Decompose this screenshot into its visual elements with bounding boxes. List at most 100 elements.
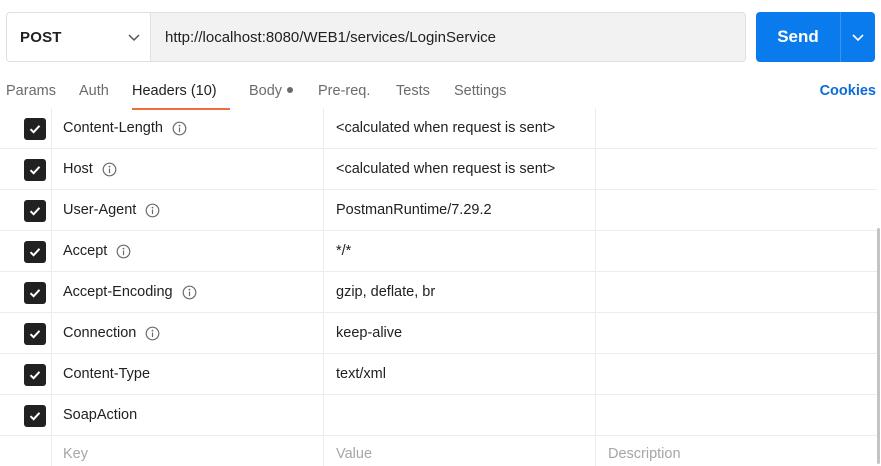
header-row: User-Agent PostmanRuntime/7.29.2 [0,190,877,231]
vertical-scrollbar[interactable] [877,228,880,464]
header-key-cell[interactable]: User-Agent [52,190,324,230]
header-key: Connection [63,325,160,341]
header-enable-cell [0,354,52,394]
header-enable-checkbox[interactable] [24,241,46,263]
header-key-cell[interactable]: Content-Length [52,108,324,148]
header-value-cell[interactable]: PostmanRuntime/7.29.2 [324,190,596,230]
header-enable-checkbox[interactable] [24,159,46,181]
header-key: Host [63,161,117,177]
header-enable-cell [0,231,52,271]
header-description-cell[interactable] [596,231,877,271]
header-value-cell[interactable] [324,395,596,435]
info-icon[interactable] [172,121,187,136]
info-icon[interactable] [102,162,117,177]
new-row-check-cell [0,436,52,466]
tab-params[interactable]: Params [6,83,56,99]
header-key-label: User-Agent [63,202,137,218]
request-tabs: Params Auth Headers (10) Body Pre-req. T… [0,76,881,112]
header-row: Accept */* [0,231,877,272]
header-row: SoapAction [0,395,877,436]
header-description-cell[interactable] [596,354,877,394]
header-key-label: Connection [63,325,137,341]
tab-body-label: Body [249,83,283,99]
header-key: Accept-Encoding [63,284,197,300]
info-icon[interactable] [182,285,197,300]
header-value-cell[interactable]: text/xml [324,354,596,394]
send-button[interactable]: Send [756,12,875,62]
url-input[interactable]: http://localhost:8080/WEB1/services/Logi… [150,12,746,62]
header-enable-cell [0,395,52,435]
header-description-cell[interactable] [596,313,877,353]
header-key-label: Accept-Encoding [63,284,173,300]
key-placeholder: Key [63,446,88,462]
info-icon[interactable] [145,326,160,341]
send-options-chevron-icon[interactable] [841,30,875,44]
header-key-cell[interactable]: Content-Type [52,354,324,394]
header-key: User-Agent [63,202,160,218]
cookies-link[interactable]: Cookies [820,83,876,99]
header-value: <calculated when request is sent> [336,161,556,177]
new-header-row: Key Value Description [0,436,877,466]
new-value-cell[interactable]: Value [324,436,596,466]
header-value: gzip, deflate, br [336,284,436,300]
new-description-cell[interactable]: Description [596,436,877,466]
header-description-cell[interactable] [596,395,877,435]
tab-headers[interactable]: Headers (10) [132,83,217,99]
header-value: PostmanRuntime/7.29.2 [336,202,492,218]
header-enable-cell [0,272,52,312]
send-label: Send [777,27,819,46]
header-value: text/xml [336,366,386,382]
info-icon[interactable] [145,203,160,218]
header-key-label: Accept [63,243,108,259]
header-value-cell[interactable]: gzip, deflate, br [324,272,596,312]
header-value-cell[interactable]: */* [324,231,596,271]
header-value-cell[interactable]: <calculated when request is sent> [324,149,596,189]
request-bar: POST http://localhost:8080/WEB1/services… [6,12,875,62]
header-enable-cell [0,108,52,148]
header-row: Content-Type text/xml [0,354,877,395]
header-enable-checkbox[interactable] [24,323,46,345]
header-enable-cell [0,190,52,230]
header-enable-cell [0,149,52,189]
header-description-cell[interactable] [596,149,877,189]
header-description-cell[interactable] [596,190,877,230]
header-value: */* [336,243,352,259]
postman-request-panel: POST http://localhost:8080/WEB1/services… [0,0,881,466]
tab-settings[interactable]: Settings [454,83,506,99]
header-row: Connection keep-alive [0,313,877,354]
header-row: Content-Length <calculated when request i… [0,108,877,149]
body-modified-dot-icon [287,87,294,94]
url-text: http://localhost:8080/WEB1/services/Logi… [165,28,497,46]
header-value-cell[interactable]: <calculated when request is sent> [324,108,596,148]
header-enable-checkbox[interactable] [24,364,46,386]
tab-pre-request[interactable]: Pre-req. [318,83,370,99]
tab-tests[interactable]: Tests [396,83,430,99]
header-enable-checkbox[interactable] [24,200,46,222]
header-value-cell[interactable]: keep-alive [324,313,596,353]
headers-table: Content-Length <calculated when request i… [0,108,877,466]
header-enable-checkbox[interactable] [24,118,46,140]
header-key-label: Content-Type [63,366,151,382]
tab-auth[interactable]: Auth [79,83,109,99]
header-key-cell[interactable]: Accept-Encoding [52,272,324,312]
tab-body[interactable]: Body [249,83,294,99]
header-row: Accept-Encoding gzip, deflate, br [0,272,877,313]
header-value: <calculated when request is sent> [336,120,556,136]
header-enable-checkbox[interactable] [24,282,46,304]
method-select[interactable]: POST [6,12,150,62]
header-enable-checkbox[interactable] [24,405,46,427]
header-description-cell[interactable] [596,272,877,312]
new-key-cell[interactable]: Key [52,436,324,466]
method-label: POST [20,28,62,46]
header-key-cell[interactable]: Accept [52,231,324,271]
description-placeholder: Description [608,446,681,462]
header-description-cell[interactable] [596,108,877,148]
info-icon[interactable] [116,244,131,259]
header-key: Content-Type [63,366,150,382]
header-key-label: Content-Length [63,120,163,136]
header-key-cell[interactable]: Host [52,149,324,189]
header-key: Accept [63,243,131,259]
chevron-down-icon [126,29,142,45]
header-key-cell[interactable]: SoapAction [52,395,324,435]
header-key-cell[interactable]: Connection [52,313,324,353]
